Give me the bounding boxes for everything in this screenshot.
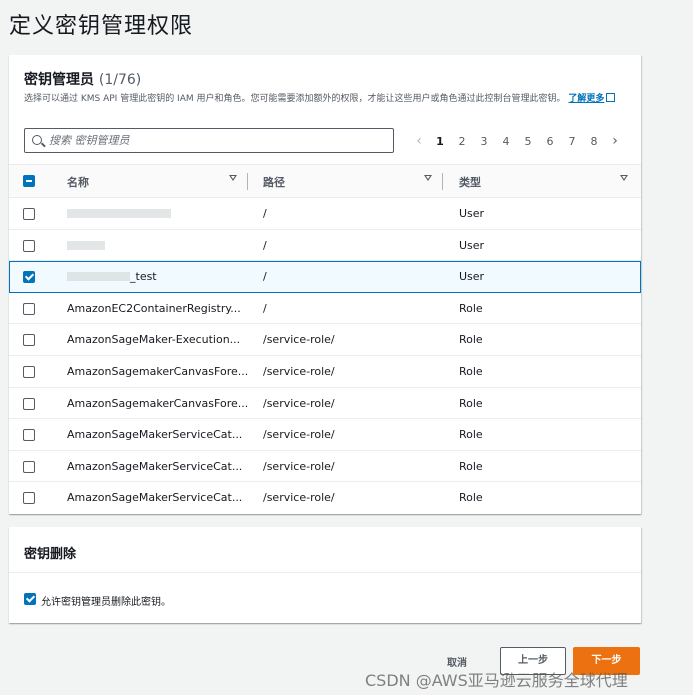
external-link-icon: [606, 93, 616, 102]
table-row-selected[interactable]: _test / User: [9, 261, 641, 293]
row-name: AmazonSageMakerServiceCat...: [67, 491, 243, 505]
search-input[interactable]: [49, 131, 379, 150]
page-7[interactable]: 7: [561, 135, 583, 148]
page-5[interactable]: 5: [517, 135, 539, 148]
page-6[interactable]: 6: [539, 135, 561, 148]
row-name: AmazonSagemakerCanvasFore...: [67, 396, 249, 410]
column-divider[interactable]: [442, 173, 443, 190]
row-checkbox[interactable]: [23, 365, 35, 378]
table-row[interactable]: AmazonSageMakerServiceCat... /service-ro…: [9, 451, 641, 483]
row-name: AmazonSageMakerServiceCat...: [67, 428, 243, 442]
table-row[interactable]: AmazonSageMakerServiceCat... /service-ro…: [9, 419, 641, 451]
previous-page-icon[interactable]: ‹: [409, 133, 429, 149]
row-type: Role: [459, 428, 483, 442]
row-checkbox[interactable]: [23, 271, 35, 284]
row-checkbox[interactable]: [23, 397, 35, 410]
row-type: Role: [459, 459, 483, 473]
deletion-header: 密钥删除: [9, 527, 641, 573]
row-checkbox[interactable]: [23, 492, 35, 505]
key-administrators-panel: 密钥管理员 (1/76) 选择可以通过 KMS API 管理此密钥的 IAM 用…: [9, 55, 641, 514]
panel-title: 密钥管理员 (1/76): [24, 69, 626, 89]
redacted-name: [67, 209, 171, 218]
row-type: User: [459, 207, 485, 220]
row-type: Role: [459, 491, 483, 505]
table-row[interactable]: / User: [9, 198, 641, 230]
column-header-name[interactable]: 名称: [67, 174, 89, 190]
row-type: Role: [459, 396, 483, 410]
allow-deletion-checkbox[interactable]: [24, 593, 36, 605]
table-header: 名称 路径 类型: [9, 164, 641, 198]
description-text: 选择可以通过 KMS API 管理此密钥的 IAM 用户和角色。您可能需要添加额…: [24, 94, 566, 104]
row-path: /service-role/: [263, 333, 335, 347]
column-divider[interactable]: [247, 173, 248, 190]
panel-title-text: 密钥管理员: [24, 72, 94, 88]
row-checkbox[interactable]: [23, 460, 35, 473]
page-title: 定义密钥管理权限: [9, 14, 194, 39]
redacted-name: [67, 240, 105, 250]
redacted-name: [67, 272, 130, 282]
panel-header: 密钥管理员 (1/76) 选择可以通过 KMS API 管理此密钥的 IAM 用…: [9, 55, 641, 106]
allow-deletion-label: 允许密钥管理员删除此密钥。: [41, 597, 171, 608]
deletion-title: 密钥删除: [24, 547, 77, 562]
page-8[interactable]: 8: [583, 135, 605, 148]
row-type: Role: [459, 301, 483, 315]
table-row[interactable]: AmazonSagemakerCanvasFore... /service-ro…: [9, 388, 641, 420]
learn-more-link[interactable]: 了解更多: [568, 93, 616, 104]
row-path: /service-role/: [263, 364, 335, 378]
row-type: User: [459, 238, 485, 252]
page-3[interactable]: 3: [473, 135, 495, 148]
row-path: /service-role/: [263, 491, 335, 505]
row-type: Role: [459, 333, 483, 347]
table-row[interactable]: AmazonSagemakerCanvasFore... /service-ro…: [9, 356, 641, 388]
row-path: /: [263, 270, 267, 284]
key-deletion-panel: 密钥删除 允许密钥管理员删除此密钥。: [9, 527, 641, 623]
row-path: /: [263, 207, 267, 220]
row-checkbox[interactable]: [23, 334, 35, 347]
row-type: User: [459, 270, 485, 284]
row-name: AmazonEC2ContainerRegistry...: [67, 301, 241, 315]
table-row[interactable]: AmazonSageMakerServiceCat... /service-ro…: [9, 482, 641, 514]
table-row[interactable]: AmazonEC2ContainerRegistry... / Role: [9, 293, 641, 325]
search-box: [24, 128, 394, 153]
learn-more-label: 了解更多: [568, 94, 605, 104]
table-row[interactable]: AmazonSageMaker-Execution... /service-ro…: [9, 324, 641, 356]
row-checkbox[interactable]: [23, 429, 35, 442]
row-path: /: [263, 238, 267, 252]
row-name: AmazonSageMaker-Execution...: [67, 333, 241, 347]
next-page-icon[interactable]: ›: [605, 133, 625, 149]
column-header-path[interactable]: 路径: [263, 174, 285, 190]
row-path: /service-role/: [263, 396, 335, 410]
page-4[interactable]: 4: [495, 135, 517, 148]
sort-name-icon[interactable]: [229, 175, 237, 181]
select-all-checkbox[interactable]: [23, 175, 35, 187]
table-row[interactable]: / User: [9, 230, 641, 262]
row-name: _test: [130, 270, 157, 284]
row-checkbox[interactable]: [23, 208, 35, 220]
page-2[interactable]: 2: [451, 135, 473, 148]
administrators-table: 名称 路径 类型 / User / User _test / User Amaz…: [9, 164, 641, 514]
panel-description: 选择可以通过 KMS API 管理此密钥的 IAM 用户和角色。您可能需要添加额…: [24, 93, 624, 106]
watermark: CSDN @AWS亚马逊云服务全球代理: [365, 671, 628, 690]
column-header-type[interactable]: 类型: [459, 174, 481, 190]
row-checkbox[interactable]: [23, 302, 35, 315]
row-path: /: [263, 301, 267, 315]
row-checkbox[interactable]: [23, 239, 35, 252]
row-name: AmazonSagemakerCanvasFore...: [67, 364, 249, 378]
search-icon: [32, 135, 42, 145]
sort-type-icon[interactable]: [620, 175, 628, 181]
row-name: AmazonSageMakerServiceCat...: [67, 459, 243, 473]
row-path: /service-role/: [263, 428, 335, 442]
row-type: Role: [459, 364, 483, 378]
sort-path-icon[interactable]: [424, 175, 432, 181]
page-1[interactable]: 1: [429, 135, 451, 148]
selection-count: (1/76): [98, 72, 142, 88]
pagination: ‹ 1 2 3 4 5 6 7 8 ›: [409, 132, 625, 150]
row-path: /service-role/: [263, 459, 335, 473]
